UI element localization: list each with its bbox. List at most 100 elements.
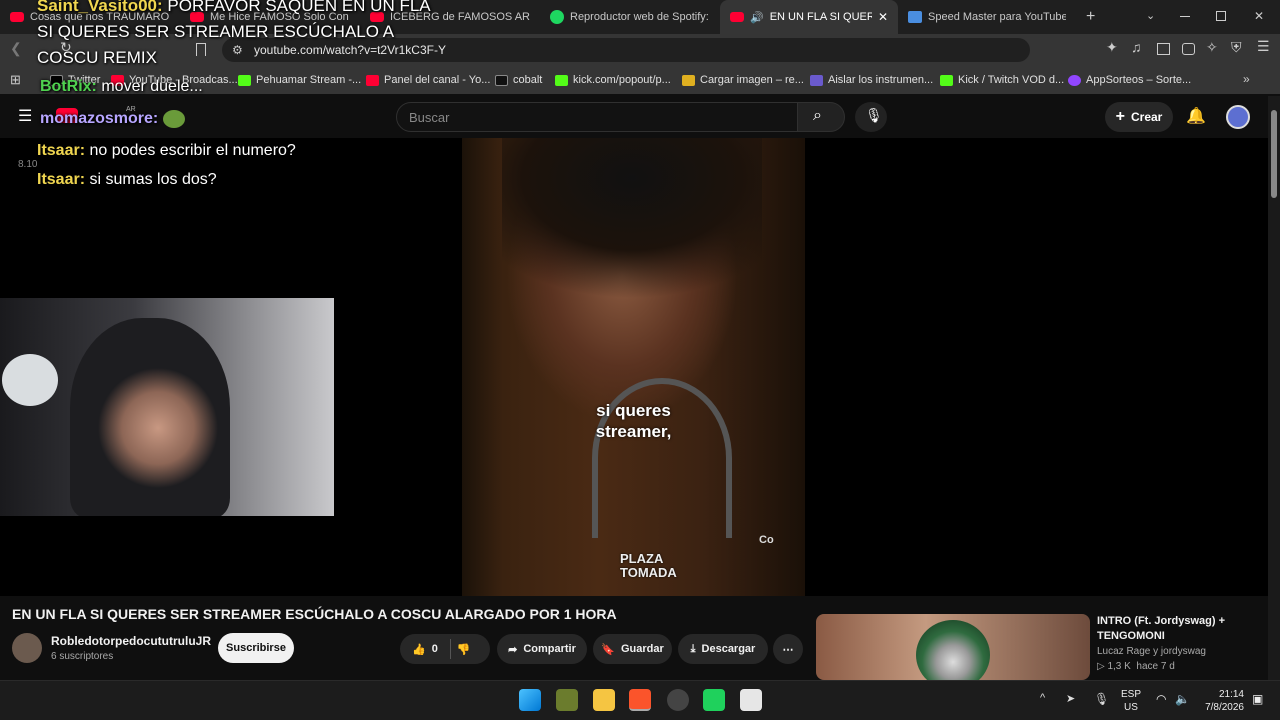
bookmark-item[interactable]: Kick / Twitch VOD d... (940, 66, 1064, 94)
tray-overflow-icon[interactable]: ^ (1040, 692, 1045, 704)
like-dislike-group: 👍 0 👎 (400, 634, 490, 664)
wallet-icon[interactable] (1182, 43, 1195, 55)
browser-tab[interactable]: Reproductor web de Spotify: m (540, 0, 720, 34)
watermark: PLAZA TOMADA (620, 551, 677, 580)
sidebar-icon[interactable] (1157, 43, 1170, 55)
search-icon: ⌕ (813, 107, 822, 124)
avatar[interactable] (1226, 105, 1250, 129)
clock[interactable]: 21:14 7/8/2026 (1198, 688, 1244, 714)
volume-icon[interactable]: 🔈 (1175, 692, 1190, 706)
recommended-channel[interactable]: Lucaz Rage y jordyswag (1097, 646, 1206, 657)
speaker-icon: 🔊 (750, 11, 764, 24)
download-button[interactable]: ⤓ Descargar (678, 634, 768, 664)
channel-avatar[interactable] (12, 633, 42, 663)
tab-search-icon[interactable]: ⌄ (1146, 9, 1155, 22)
voice-search-button[interactable]: 🎙 (855, 102, 887, 132)
chat-message-continued: COSCU REMIX (37, 48, 157, 67)
pepe-emote-icon (162, 110, 185, 128)
bookmark-item[interactable]: kick.com/popout/p... (555, 66, 671, 94)
vocal-remover-icon (810, 74, 823, 86)
bookmark-item[interactable]: Aislar los instrumen... (810, 66, 933, 94)
webcam-overlay (0, 298, 334, 516)
site-info-icon[interactable]: ⚙ (232, 43, 243, 57)
caption-line-1: si queres (596, 401, 671, 420)
microphone-tray-icon[interactable]: 🎙 (1094, 692, 1109, 706)
chat-message: Itsaar: si sumas los dos? (37, 171, 217, 188)
scrollbar[interactable] (1268, 96, 1280, 680)
kick-icon (555, 74, 568, 86)
file-explorer-icon[interactable] (593, 689, 615, 711)
app-icon[interactable] (556, 689, 578, 711)
subscriber-count: 6 suscriptores (51, 651, 114, 662)
image-icon (682, 74, 695, 86)
caption-line-2: streamer, (595, 422, 672, 441)
bookmark-item[interactable]: Cargar imagen – re... (682, 66, 804, 94)
brave-browser-icon[interactable] (629, 689, 651, 711)
windows-start-icon[interactable] (519, 689, 541, 711)
more-icon: ⋯ (782, 643, 794, 656)
download-icon: ⤓ (690, 642, 696, 655)
search-button[interactable]: ⌕ (797, 102, 845, 132)
chat-message: momazosmore: (40, 110, 185, 128)
more-bookmarks-icon[interactable]: » (1243, 72, 1250, 86)
kick-app-icon[interactable] (703, 689, 725, 711)
hair-shadow-image (502, 138, 762, 338)
chat-message: Saint_Vasito00: PORFAVOR SAQUEN EN UN FL… (37, 0, 431, 15)
recommended-title[interactable]: INTRO (Ft. Jordyswag) + TENGOMONI (1097, 614, 1257, 644)
trollface-image (2, 354, 58, 406)
divider (449, 639, 451, 659)
search-input[interactable]: Buscar (396, 102, 798, 132)
hamburger-menu-icon[interactable]: ☰ (18, 106, 32, 126)
mask-image (916, 620, 990, 680)
person-image (70, 318, 230, 516)
dislike-button[interactable]: 👎 (457, 643, 471, 656)
notification-center-icon[interactable]: ▣ (1252, 692, 1263, 706)
save-button[interactable]: 🔖 Guardar (593, 634, 672, 664)
youtube-icon (366, 74, 379, 86)
obs-icon[interactable] (667, 689, 689, 711)
music-icon[interactable]: ♫ (1131, 39, 1142, 55)
spotify-icon (550, 10, 564, 24)
chat-message: BotRix: mover duele... (40, 78, 203, 95)
youtube-icon (730, 12, 744, 22)
like-button[interactable]: 👍 0 (412, 643, 438, 656)
thumbs-up-icon: 👍 (412, 643, 426, 656)
kick-icon (238, 74, 251, 86)
bookmark-item[interactable]: AppSorteos – Sorte... (1068, 66, 1191, 94)
notifications-bell-icon[interactable]: 🔔 (1186, 106, 1206, 126)
telegram-icon[interactable]: ➤ (1066, 692, 1075, 705)
vpn-icon[interactable]: ⛨ (1231, 39, 1242, 56)
minimize-icon[interactable] (1180, 16, 1190, 17)
recommended-thumbnail[interactable] (816, 614, 1090, 680)
store-icon[interactable] (740, 689, 762, 711)
menu-icon[interactable]: ☰ (1257, 38, 1270, 55)
bookmark-item[interactable]: cobalt (495, 66, 542, 94)
wifi-icon[interactable]: ◠ (1156, 692, 1166, 706)
cobalt-icon (495, 74, 508, 86)
more-actions-button[interactable]: ⋯ (773, 634, 803, 664)
scrollbar-thumb[interactable] (1271, 110, 1277, 198)
back-icon[interactable]: ❮ (10, 40, 22, 57)
share-button[interactable]: ➦ Compartir (497, 634, 587, 664)
bookmark-icon[interactable] (196, 43, 206, 56)
maximize-icon[interactable] (1216, 11, 1226, 21)
bookmark-item[interactable]: Panel del canal - Yo... (366, 66, 490, 94)
apps-grid-icon[interactable]: ⊞ (10, 72, 21, 88)
bookmark-item[interactable]: Pehuamar Stream -... (238, 66, 361, 94)
chat-message: Itsaar: no podes escribir el numero? (37, 142, 296, 159)
close-tab-icon[interactable]: ✕ (878, 10, 888, 24)
new-tab-button[interactable]: + (1076, 0, 1100, 34)
video-frame[interactable]: si queres streamer, PLAZA TOMADA Co (462, 138, 805, 596)
channel-name[interactable]: RobledotorpedocututruluJR (51, 634, 211, 648)
create-button[interactable]: + Crear (1105, 102, 1173, 132)
close-window-icon[interactable]: ✕ (1254, 9, 1264, 23)
subscribe-button[interactable]: Suscribirse (218, 633, 294, 663)
browser-tab[interactable]: Speed Master para YouTube, Tr (898, 0, 1076, 34)
chat-message-continued: SI QUERES SER STREAMER ESCÚCHALO A (37, 22, 395, 41)
extensions-icon[interactable]: ✦ (1106, 39, 1118, 56)
leo-ai-icon[interactable]: ✧ (1206, 39, 1218, 56)
browser-tab-active[interactable]: 🔊EN UN FLA SI QUERES S✕ (720, 0, 898, 34)
language-indicator[interactable]: ESP US (1118, 688, 1144, 714)
url-text: youtube.com/watch?v=t2Vr1kC3F-Y (254, 43, 446, 57)
vod-icon (940, 74, 953, 86)
